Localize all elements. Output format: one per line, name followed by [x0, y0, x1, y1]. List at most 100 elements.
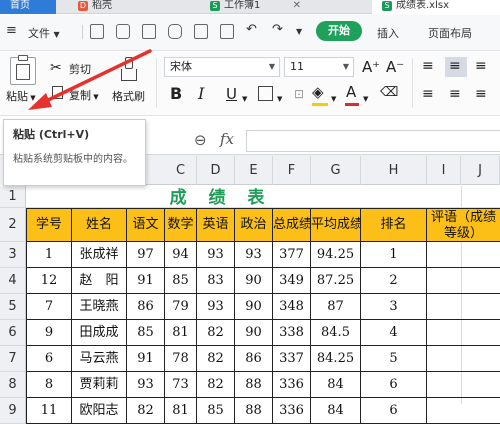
fill-color-icon[interactable]: ◈ [312, 83, 324, 101]
scissors-icon[interactable]: ✂ [50, 60, 62, 76]
table-cell[interactable]: 93 [197, 242, 235, 268]
border-icon[interactable] [258, 86, 273, 101]
menu-file[interactable]: 文件 ▼ [28, 25, 60, 41]
table-cell[interactable]: 1 [26, 242, 72, 268]
column-header-h[interactable]: H [361, 156, 427, 185]
table-cell[interactable]: 85 [127, 320, 165, 346]
clear-format-icon[interactable]: ⌫ [380, 84, 398, 102]
column-header-c[interactable]: C [165, 156, 197, 185]
font-name-select[interactable]: 宋体 ▼ [164, 57, 280, 77]
align-top-icon[interactable]: ≡ [422, 57, 434, 75]
table-cell[interactable]: 93 [197, 294, 235, 320]
table-cell[interactable]: 78 [165, 346, 197, 372]
table-cell[interactable]: 73 [165, 372, 197, 398]
table-cell[interactable]: 90 [235, 320, 273, 346]
row-header-2[interactable]: 2 [0, 208, 26, 242]
table-cell[interactable]: 86 [127, 294, 165, 320]
chevron-down-icon[interactable]: ▼ [331, 90, 336, 108]
align-right-icon[interactable]: ≡ [475, 85, 487, 103]
copy-button[interactable]: 复制 ▼ [69, 87, 99, 103]
table-cell[interactable]: 85 [165, 268, 197, 294]
table-cell[interactable]: 86 [235, 346, 273, 372]
row-header[interactable]: 6 [0, 320, 26, 346]
redo-icon[interactable]: ↷ [272, 22, 283, 37]
table-cell[interactable] [427, 242, 500, 268]
table-cell[interactable] [427, 372, 500, 398]
formula-input[interactable] [246, 130, 500, 152]
column-header-i[interactable]: I [427, 156, 461, 185]
tab-home[interactable]: 首页 [0, 0, 56, 14]
table-cell[interactable]: 336 [273, 372, 311, 398]
table-cell[interactable]: 88 [235, 398, 273, 424]
table-cell[interactable]: 12 [26, 268, 72, 294]
table-cell[interactable]: 377 [273, 242, 311, 268]
chevron-down-icon[interactable]: ▼ [277, 90, 282, 108]
table-cell[interactable]: 88 [235, 372, 273, 398]
font-color-icon[interactable]: A [346, 83, 356, 101]
table-cell[interactable]: 93 [235, 242, 273, 268]
table-cell[interactable]: 94 [165, 242, 197, 268]
menu-start[interactable]: 开始 [316, 21, 362, 41]
cut-button[interactable]: 剪切 [69, 61, 91, 77]
underline-icon[interactable]: U [226, 85, 237, 103]
table-cell[interactable]: 85 [197, 398, 235, 424]
paste-icon[interactable] [10, 55, 36, 85]
align-bottom-icon[interactable]: ≡ [475, 57, 487, 75]
merge-icon[interactable]: ⊡ [294, 85, 304, 103]
column-header-f[interactable]: F [273, 156, 311, 185]
table-cell[interactable]: 90 [235, 294, 273, 320]
table-cell[interactable]: 338 [273, 320, 311, 346]
open-folder-icon[interactable] [116, 24, 130, 39]
table-cell[interactable]: 马云燕 [72, 346, 127, 372]
table-cell[interactable]: 84.25 [311, 346, 361, 372]
table-cell[interactable]: 8 [26, 372, 72, 398]
table-cell[interactable]: 82 [197, 372, 235, 398]
table-cell[interactable]: 6 [26, 346, 72, 372]
chevron-down-icon[interactable]: ▼ [242, 90, 247, 108]
decrease-font-icon[interactable]: A⁻ [386, 58, 404, 76]
row-header[interactable]: 5 [0, 294, 26, 320]
align-center-icon[interactable]: ≡ [449, 85, 461, 103]
align-left-icon[interactable]: ≡ [422, 85, 434, 103]
row-header[interactable]: 8 [0, 372, 26, 398]
table-cell[interactable]: 87 [311, 294, 361, 320]
row-header-1[interactable]: 1 [0, 186, 26, 208]
table-cell[interactable]: 94.25 [311, 242, 361, 268]
table-cell[interactable]: 97 [127, 242, 165, 268]
header-cell[interactable]: 评语（成绩等级） [427, 208, 500, 242]
table-cell[interactable]: 9 [26, 320, 72, 346]
table-cell[interactable]: 81 [165, 398, 197, 424]
table-cell[interactable]: 82 [197, 346, 235, 372]
bold-icon[interactable]: B [170, 85, 182, 103]
table-cell[interactable]: 337 [273, 346, 311, 372]
italic-icon[interactable]: I [198, 85, 204, 103]
close-icon[interactable]: ✕ [293, 0, 301, 12]
table-cell[interactable]: 336 [273, 398, 311, 424]
column-header-j[interactable]: J [461, 156, 500, 185]
format-painter-icon[interactable] [120, 57, 138, 83]
copy-icon[interactable] [52, 86, 63, 99]
table-cell[interactable]: 11 [26, 398, 72, 424]
table-cell[interactable]: 欧阳志 [72, 398, 127, 424]
table-cell[interactable]: 83 [197, 268, 235, 294]
table-cell[interactable]: 91 [127, 268, 165, 294]
font-size-select[interactable]: 11 ▼ [284, 57, 354, 77]
table-cell[interactable] [427, 398, 500, 424]
table-cell[interactable]: 7 [26, 294, 72, 320]
table-cell[interactable]: 4 [361, 320, 427, 346]
table-cell[interactable]: 84.5 [311, 320, 361, 346]
table-cell[interactable]: 348 [273, 294, 311, 320]
table-cell[interactable]: 81 [165, 320, 197, 346]
print-preview-icon[interactable] [168, 24, 182, 39]
table-cell[interactable]: 87.25 [311, 268, 361, 294]
align-middle-icon[interactable]: ≡ [449, 57, 461, 75]
table-cell[interactable]: 1 [361, 242, 427, 268]
table-cell[interactable]: 84 [311, 372, 361, 398]
menu-page-layout[interactable]: 页面布局 [428, 25, 472, 41]
column-header-e[interactable]: E [235, 156, 273, 185]
header-cell[interactable]: 学号 [26, 208, 72, 242]
table-cell[interactable] [427, 346, 500, 372]
increase-font-icon[interactable]: A⁺ [362, 58, 380, 76]
save-icon[interactable] [142, 24, 156, 39]
header-cell[interactable]: 排名 [361, 208, 427, 242]
